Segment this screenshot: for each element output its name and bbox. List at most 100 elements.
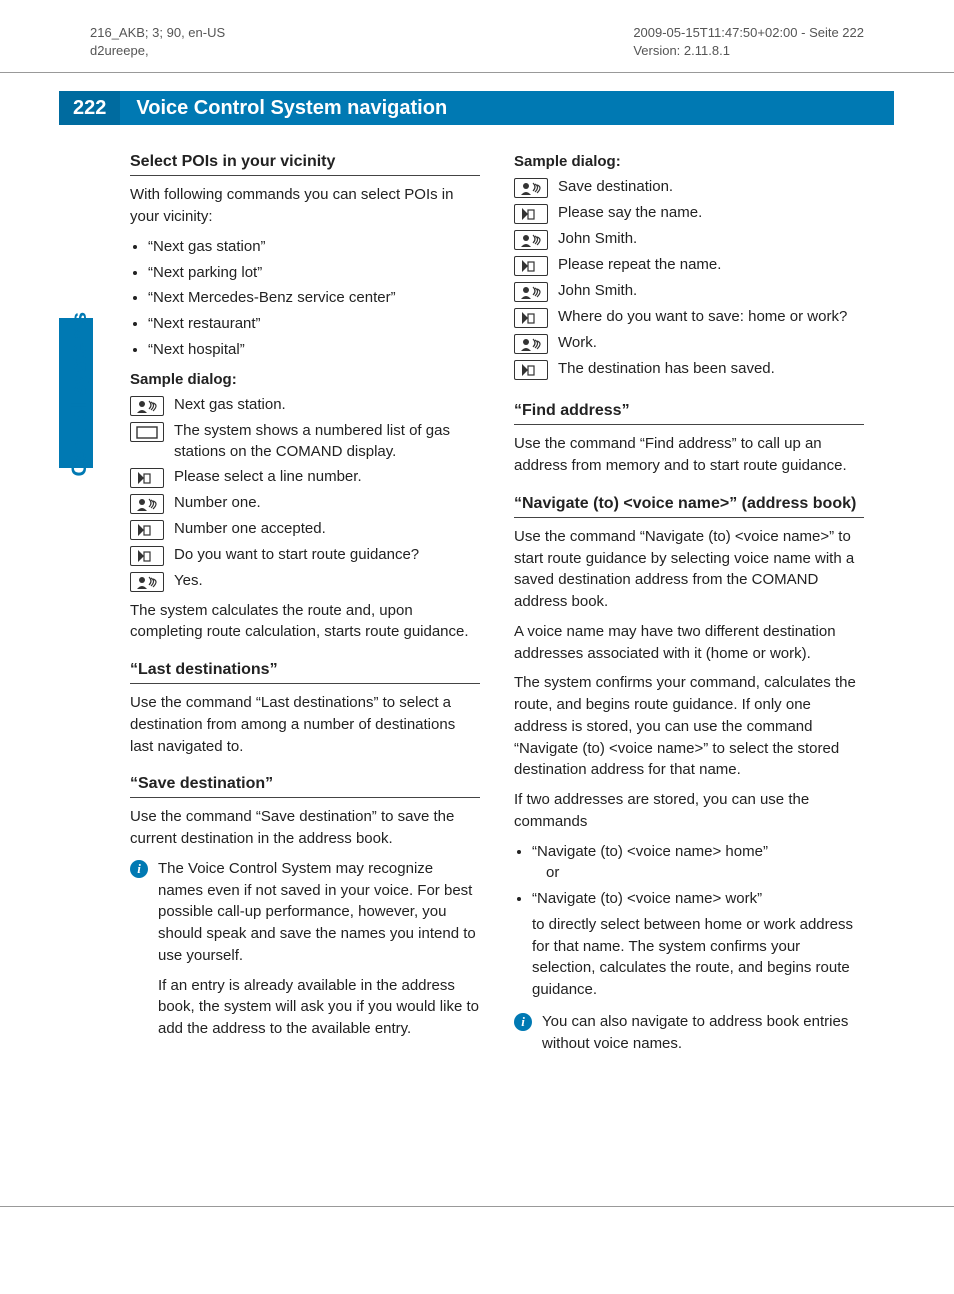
- system-voice-icon: [514, 360, 548, 380]
- user-voice-icon: [514, 230, 548, 250]
- right-column: Sample dialog: Save destination. Please s…: [514, 153, 864, 1062]
- user-voice-icon: [130, 494, 164, 514]
- dialog-row: Save destination.: [514, 176, 864, 198]
- paragraph: Use the command “Save destination” to sa…: [130, 806, 480, 850]
- heading-save-destination: “Save destination”: [130, 775, 480, 798]
- side-section-label: Control systems: [68, 312, 92, 477]
- list-item: “Next hospital”: [148, 339, 480, 361]
- list-item: “Next parking lot”: [148, 262, 480, 284]
- info-note: i The Voice Control System may recognize…: [130, 858, 480, 1040]
- system-voice-icon: [514, 204, 548, 224]
- dialog-text: Next gas station.: [174, 394, 480, 415]
- info-paragraph: If an entry is already available in the …: [158, 975, 480, 1040]
- dialog-row: John Smith.: [514, 280, 864, 302]
- title-banner: 222 Voice Control System navigation: [0, 91, 954, 125]
- system-voice-icon: [130, 546, 164, 566]
- info-note: i You can also navigate to address book …: [514, 1011, 864, 1055]
- heading-last-destinations: “Last destinations”: [130, 661, 480, 684]
- info-text: The Voice Control System may recognize n…: [158, 858, 480, 1040]
- list-item: “Next Mercedes-Benz service center”: [148, 287, 480, 309]
- system-voice-icon: [130, 468, 164, 488]
- heading-find-address: “Find address”: [514, 402, 864, 425]
- dialog-text: Please repeat the name.: [558, 254, 864, 275]
- user-voice-icon: [514, 178, 548, 198]
- sample-dialog-label: Sample dialog:: [130, 371, 480, 388]
- dialog-text: Please select a line number.: [174, 466, 480, 487]
- heading-navigate-to: “Navigate (to) <voice name>” (address bo…: [514, 495, 864, 518]
- doc-meta-right: 2009-05-15T11:47:50+02:00 - Seite 222 Ve…: [633, 24, 864, 60]
- dialog-text: Work.: [558, 332, 864, 353]
- system-voice-icon: [514, 256, 548, 276]
- user-voice-icon: [130, 396, 164, 416]
- paragraph: With following commands you can select P…: [130, 184, 480, 228]
- poi-command-list: “Next gas station” “Next parking lot” “N…: [130, 236, 480, 361]
- dialog-row: Work.: [514, 332, 864, 354]
- info-icon: i: [514, 1013, 532, 1031]
- dialog-row: Number one accepted.: [130, 518, 480, 540]
- dialog-text: The system shows a numbered list of gas …: [174, 420, 480, 462]
- list-item: “Next restaurant”: [148, 313, 480, 335]
- doc-meta-header: 216_AKB; 3; 90, en-US d2ureepe, 2009-05-…: [0, 0, 954, 60]
- dialog-text: Number one accepted.: [174, 518, 480, 539]
- dialog-text: Number one.: [174, 492, 480, 513]
- dialog-text: John Smith.: [558, 228, 864, 249]
- paragraph: Use the command “Navigate (to) <voice na…: [514, 526, 864, 613]
- dialog-row: Next gas station.: [130, 394, 480, 416]
- info-text: You can also navigate to address book en…: [542, 1011, 864, 1055]
- system-voice-icon: [130, 520, 164, 540]
- sample-dialog-label: Sample dialog:: [514, 153, 864, 170]
- meta-line: 216_AKB; 3; 90, en-US: [90, 24, 225, 42]
- cmd-text: “Navigate (to) <voice name> work”: [532, 890, 762, 907]
- user-voice-icon: [514, 282, 548, 302]
- paragraph: Use the command “Find address” to call u…: [514, 433, 864, 477]
- dialog-text: John Smith.: [558, 280, 864, 301]
- dialog-text: Do you want to start route guidance?: [174, 544, 480, 565]
- dialog-row: John Smith.: [514, 228, 864, 250]
- info-paragraph: The Voice Control System may recognize n…: [158, 858, 480, 967]
- dialog-block: Save destination. Please say the name. Joh…: [514, 176, 864, 380]
- dialog-row: The destination has been saved.: [514, 358, 864, 380]
- dialog-row: Number one.: [130, 492, 480, 514]
- dialog-row: The system shows a numbered list of gas …: [130, 420, 480, 462]
- dialog-row: Please say the name.: [514, 202, 864, 224]
- page-number: 222: [59, 91, 120, 125]
- dialog-row: Yes.: [130, 570, 480, 592]
- meta-line: Version: 2.11.8.1: [633, 42, 864, 60]
- paragraph: The system confirms your command, calcul…: [514, 672, 864, 781]
- banner-spacer: [0, 91, 59, 125]
- dialog-text: The destination has been saved.: [558, 358, 864, 379]
- dialog-text: Yes.: [174, 570, 480, 591]
- paragraph: The system calculates the route and, upo…: [130, 600, 480, 644]
- info-icon: i: [130, 860, 148, 878]
- dialog-row: Please select a line number.: [130, 466, 480, 488]
- cmd-desc: to directly select between home or work …: [532, 914, 864, 1001]
- heading-poi: Select POIs in your vicinity: [130, 153, 480, 176]
- list-item: “Navigate (to) <voice name> work” to dir…: [532, 888, 864, 1001]
- paragraph: A voice name may have two different dest…: [514, 621, 864, 665]
- display-voice-icon: [130, 422, 164, 442]
- dialog-text: Where do you want to save: home or work?: [558, 306, 864, 327]
- paragraph: If two addresses are stored, you can use…: [514, 789, 864, 833]
- paragraph: Use the command “Last destinations” to s…: [130, 692, 480, 757]
- page-title: Voice Control System navigation: [120, 91, 894, 125]
- dialog-text: Please say the name.: [558, 202, 864, 223]
- dialog-row: Do you want to start route guidance?: [130, 544, 480, 566]
- dialog-row: Please repeat the name.: [514, 254, 864, 276]
- dialog-block: Next gas station. The system shows a numb…: [130, 394, 480, 592]
- doc-meta-left: 216_AKB; 3; 90, en-US d2ureepe,: [90, 24, 225, 60]
- list-item: “Next gas station”: [148, 236, 480, 258]
- cmd-or: or: [546, 862, 864, 884]
- left-column: Select POIs in your vicinity With follow…: [130, 153, 480, 1062]
- user-voice-icon: [514, 334, 548, 354]
- dialog-row: Where do you want to save: home or work?: [514, 306, 864, 328]
- dialog-text: Save destination.: [558, 176, 864, 197]
- cmd-text: “Navigate (to) <voice name> home”: [532, 843, 768, 860]
- meta-line: 2009-05-15T11:47:50+02:00 - Seite 222: [633, 24, 864, 42]
- user-voice-icon: [130, 572, 164, 592]
- list-item: “Navigate (to) <voice name> home” or: [532, 841, 864, 885]
- footer-divider: [0, 1206, 954, 1207]
- header-divider: [0, 72, 954, 73]
- system-voice-icon: [514, 308, 548, 328]
- meta-line: d2ureepe,: [90, 42, 225, 60]
- navigate-command-list: “Navigate (to) <voice name> home” or “Na…: [514, 841, 864, 1001]
